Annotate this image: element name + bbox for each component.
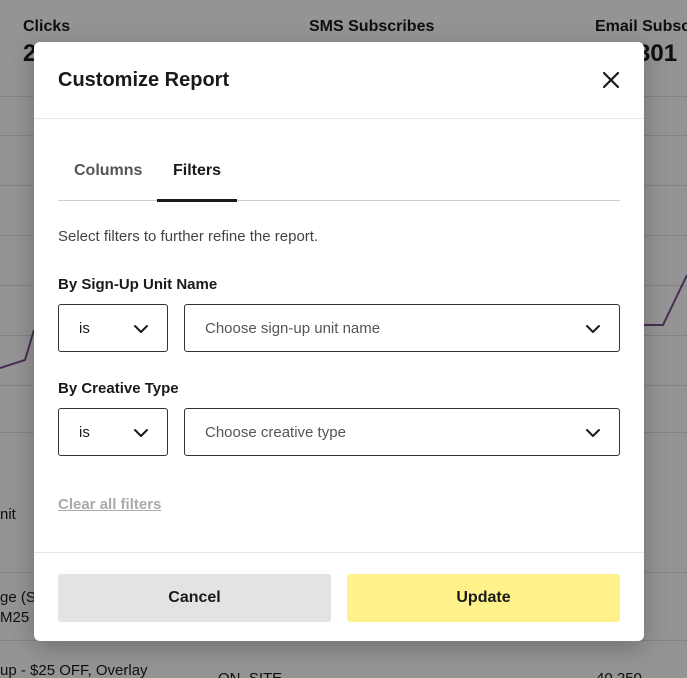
customize-report-modal: Customize Report Columns Filters Select …	[34, 42, 644, 641]
update-button-label: Update	[456, 589, 511, 606]
modal-title: Customize Report	[58, 69, 230, 91]
chevron-down-icon	[134, 325, 148, 333]
modal-header: Customize Report	[34, 42, 644, 119]
cancel-button-label: Cancel	[168, 589, 221, 606]
chevron-down-icon	[134, 429, 148, 437]
creative-type-placeholder: Choose creative type	[205, 424, 346, 441]
clear-all-filters-link[interactable]: Clear all filters	[58, 496, 161, 513]
operator-select-creative-type[interactable]: is	[58, 408, 168, 456]
chevron-down-icon	[586, 325, 600, 333]
filter-label-signup-unit-name: By Sign-Up Unit Name	[58, 276, 218, 293]
signup-unit-name-select[interactable]: Choose sign-up unit name	[184, 304, 620, 352]
filter-label-creative-type: By Creative Type	[58, 380, 179, 397]
close-button[interactable]	[598, 67, 624, 93]
signup-unit-name-placeholder: Choose sign-up unit name	[205, 320, 381, 337]
tab-bar: Columns Filters	[58, 148, 620, 202]
modal-footer: Cancel Update	[34, 552, 644, 641]
cancel-button[interactable]: Cancel	[58, 574, 331, 622]
filters-description: Select filters to further refine the rep…	[58, 228, 319, 245]
tab-filters[interactable]: Filters	[157, 162, 238, 202]
tab-label: Filters	[173, 162, 222, 179]
close-icon	[602, 71, 620, 89]
tab-label: Columns	[74, 162, 143, 179]
update-button[interactable]: Update	[347, 574, 620, 622]
operator-value: is	[79, 320, 90, 337]
operator-select-signup-unit[interactable]: is	[58, 304, 168, 352]
creative-type-select[interactable]: Choose creative type	[184, 408, 620, 456]
operator-value: is	[79, 424, 90, 441]
tab-columns[interactable]: Columns	[58, 162, 158, 201]
chevron-down-icon	[586, 429, 600, 437]
